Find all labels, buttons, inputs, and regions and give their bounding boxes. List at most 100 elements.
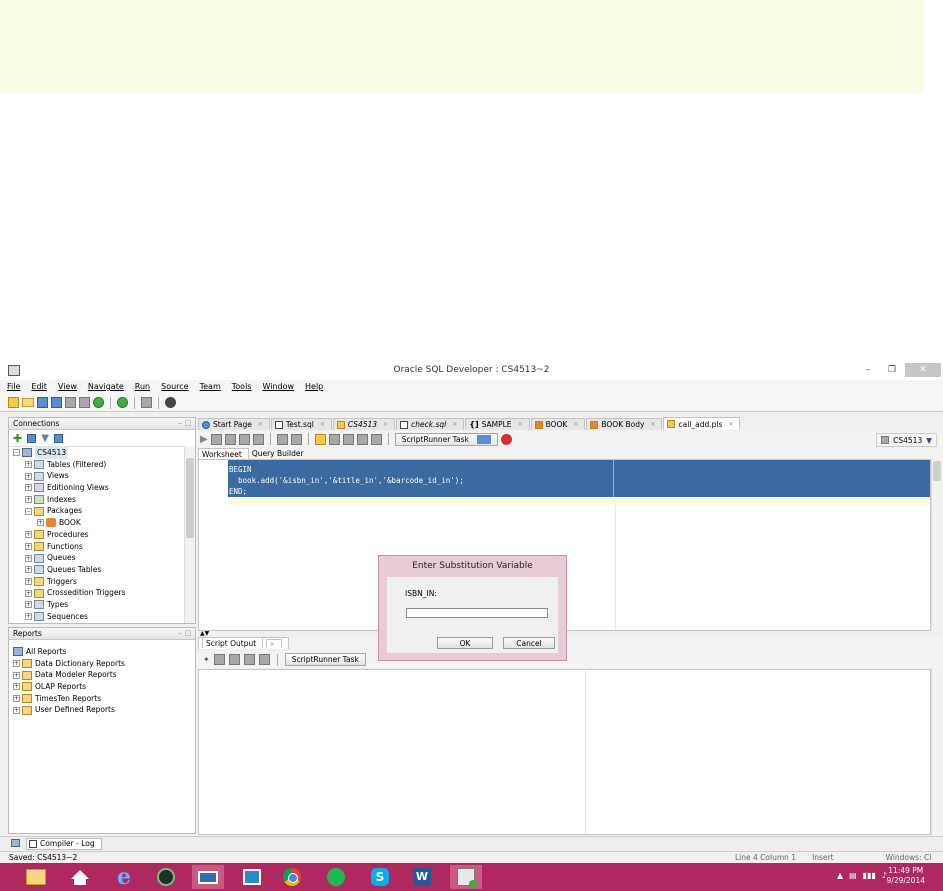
output-scrollbar[interactable] xyxy=(931,669,942,835)
autotrace-icon[interactable] xyxy=(252,433,264,445)
settings-icon[interactable] xyxy=(370,433,382,445)
maximize-button[interactable]: ❐ xyxy=(881,363,903,377)
scriptrunner-dropdown[interactable]: ScriptRunner Task xyxy=(394,432,498,446)
tab-worksheet[interactable]: Worksheet xyxy=(198,448,249,459)
connections-scrollbar[interactable] xyxy=(184,446,195,623)
tree-item[interactable]: + Sequences xyxy=(13,611,195,623)
tab-query-builder[interactable]: Query Builder xyxy=(249,448,310,459)
menu-file[interactable]: File xyxy=(0,380,24,394)
tab-book[interactable]: BOOK ✕ xyxy=(530,418,586,430)
ok-button[interactable]: OK xyxy=(437,637,493,649)
redo-icon[interactable] xyxy=(79,397,90,408)
pin-icon[interactable]: ✦ xyxy=(203,655,210,664)
panel-controls-icon[interactable]: – □ xyxy=(179,419,191,427)
menu-team[interactable]: Team xyxy=(193,380,225,394)
close-button[interactable]: ✕ xyxy=(905,363,941,377)
tree-item[interactable]: + Crossedition Triggers xyxy=(13,587,195,599)
tab-script-output[interactable]: Script Output ✕ xyxy=(198,637,289,649)
menu-help[interactable]: Help xyxy=(298,380,327,394)
connection-selector[interactable]: CS4513 ▼ xyxy=(876,433,937,447)
internet-explorer-icon[interactable]: e xyxy=(108,864,140,890)
menu-tools[interactable]: Tools xyxy=(225,380,256,394)
tree-item[interactable]: + Data Dictionary Reports xyxy=(13,658,195,670)
tab-start-page[interactable]: Start Page ✕ xyxy=(198,418,270,430)
eraser-icon[interactable] xyxy=(342,433,354,445)
tree-item[interactable]: + Tables (Filtered) xyxy=(13,459,195,471)
tree-root[interactable]: – CS4513 xyxy=(13,447,195,459)
editor-scrollbar[interactable] xyxy=(931,459,942,631)
schema-browser-icon[interactable] xyxy=(53,433,63,443)
save-icon[interactable] xyxy=(37,397,48,408)
new-icon[interactable] xyxy=(8,397,19,408)
commit-icon[interactable] xyxy=(224,433,236,445)
isbn-input[interactable] xyxy=(406,608,548,618)
tab-check-sql[interactable]: check.sql ✕ xyxy=(396,418,465,430)
panel-controls-icon[interactable]: – □ xyxy=(179,629,191,637)
tree-item[interactable]: + Procedures xyxy=(13,529,195,541)
filter-icon[interactable]: ▼ xyxy=(41,433,49,444)
tree-item[interactable]: + Functions xyxy=(13,541,195,553)
tab-sample[interactable]: {] SAMPLE ✕ xyxy=(465,418,530,430)
print-icon[interactable] xyxy=(243,654,255,665)
menu-navigate[interactable]: Navigate xyxy=(81,380,128,394)
tab-cs4513[interactable]: CS4513 ✕ xyxy=(332,418,396,430)
tree-item[interactable]: All Reports xyxy=(13,646,195,658)
tab-compiler-log[interactable]: Compiler - Log xyxy=(26,837,102,850)
cancel-task-icon[interactable] xyxy=(500,433,512,445)
tab-test-sql[interactable]: Test.sql ✕ xyxy=(270,418,332,430)
tree-item[interactable]: + Queues Tables xyxy=(13,564,195,576)
eraser-icon[interactable] xyxy=(213,654,225,665)
tree-item[interactable]: + User Defined Reports xyxy=(13,704,195,716)
home-icon[interactable] xyxy=(64,865,96,889)
sql-history-icon[interactable] xyxy=(314,433,326,445)
chrome-icon[interactable] xyxy=(276,865,308,889)
tree-item[interactable]: + TimesTen Reports xyxy=(13,693,195,705)
remote-desktop-icon[interactable] xyxy=(192,865,224,889)
cancel-button[interactable]: Cancel xyxy=(503,637,555,649)
script-output-area[interactable] xyxy=(198,669,931,835)
tray-expand-icon[interactable]: ▲ xyxy=(837,871,843,880)
tree-item[interactable]: + Indexes xyxy=(13,494,195,506)
tree-item[interactable]: + Views xyxy=(13,470,195,482)
tree-item[interactable]: + Types xyxy=(13,599,195,611)
calendar-app-icon[interactable] xyxy=(236,865,268,889)
panel-icon[interactable] xyxy=(11,839,20,847)
word-icon[interactable]: W xyxy=(406,865,438,889)
menu-view[interactable]: View xyxy=(51,380,81,394)
binoculars-icon[interactable] xyxy=(165,397,176,408)
network-icon[interactable]: ▤ xyxy=(849,871,857,880)
skype-icon[interactable]: S xyxy=(364,865,396,889)
tree-item[interactable]: + OLAP Reports xyxy=(13,681,195,693)
tree-item[interactable]: + Data Modeler Reports xyxy=(13,669,195,681)
menu-source[interactable]: Source xyxy=(154,380,192,394)
undo-icon[interactable] xyxy=(65,397,76,408)
file-explorer-icon[interactable] xyxy=(20,865,52,889)
save-output-icon[interactable] xyxy=(228,654,240,665)
tree-item[interactable]: + Triggers xyxy=(13,576,195,588)
tree-item[interactable]: + BOOK xyxy=(13,517,195,529)
rollback-icon[interactable] xyxy=(238,433,250,445)
tree-item[interactable]: + Queues xyxy=(13,552,195,564)
minimize-button[interactable]: – xyxy=(857,363,879,377)
forward-icon[interactable] xyxy=(117,397,128,408)
tuning-icon[interactable] xyxy=(290,433,302,445)
open-icon[interactable] xyxy=(22,398,34,407)
menu-edit[interactable]: Edit xyxy=(24,380,51,394)
output-runner-dropdown[interactable]: ScriptRunner Task xyxy=(284,653,366,666)
format-icon[interactable] xyxy=(328,433,340,445)
signal-icon[interactable]: ▮▮▮ xyxy=(863,871,876,880)
media-player-icon[interactable] xyxy=(150,865,182,889)
tree-item[interactable]: – Packages xyxy=(13,505,195,517)
clock[interactable]: 11:49 PM 9/29/2014 xyxy=(887,866,925,886)
add-connection-icon[interactable]: ✚ xyxy=(13,432,22,445)
menu-window[interactable]: Window xyxy=(255,380,298,394)
spotify-icon[interactable] xyxy=(320,865,352,889)
run-script-icon[interactable] xyxy=(210,433,222,445)
clear-icon[interactable] xyxy=(356,433,368,445)
sql-icon[interactable] xyxy=(141,397,152,408)
refresh-icon[interactable] xyxy=(27,433,37,443)
explain-icon[interactable] xyxy=(276,433,288,445)
menu-run[interactable]: Run xyxy=(128,380,154,394)
save-all-icon[interactable] xyxy=(51,397,62,408)
clear-output-icon[interactable] xyxy=(258,654,270,665)
